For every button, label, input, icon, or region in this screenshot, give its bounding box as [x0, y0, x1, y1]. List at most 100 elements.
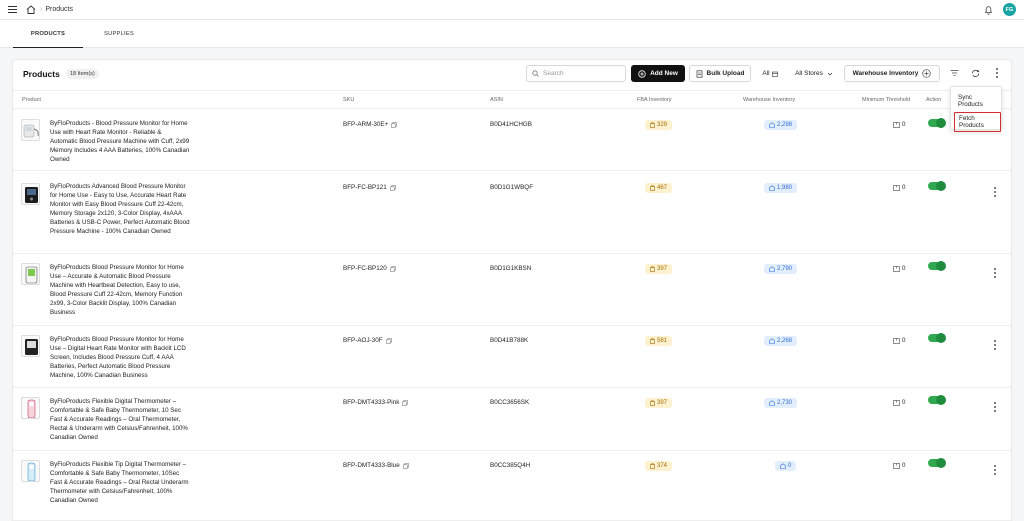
all-stores-select[interactable]: All Stores — [790, 65, 838, 82]
amazon-icon — [650, 122, 655, 128]
fba-value: 397 — [657, 400, 668, 406]
notification-bell-icon[interactable] — [984, 5, 993, 15]
warehouse-inventory-badge: 2,298 — [764, 120, 798, 130]
copy-icon[interactable] — [402, 462, 409, 469]
enabled-toggle[interactable] — [928, 261, 946, 271]
add-new-button[interactable]: Add New — [631, 65, 685, 82]
filter-button[interactable] — [948, 67, 960, 79]
enabled-toggle[interactable] — [928, 333, 946, 343]
breadcrumb: Products — [45, 6, 73, 13]
sync-button[interactable] — [969, 67, 981, 79]
sku-cell: BFP-DMT4333-Blue — [343, 462, 409, 469]
tab-bar: PRODUCTS SUPPLIES — [0, 20, 1024, 48]
tab-supplies[interactable]: SUPPLIES — [84, 20, 154, 48]
sync-products-item[interactable]: Sync Products — [954, 92, 1001, 110]
fba-value: 467 — [657, 185, 668, 191]
search-icon — [532, 70, 539, 77]
warehouse-value: 0 — [788, 463, 792, 469]
table-row: ByFloProducts Blood Pressure Monitor for… — [13, 254, 1011, 326]
sku-cell: BFP-FC-BP121 — [343, 184, 396, 191]
fba-value: 374 — [657, 463, 668, 469]
row-more-icon[interactable] — [993, 187, 997, 197]
amazon-icon — [650, 338, 655, 344]
minimum-threshold-value: 0 — [902, 184, 906, 191]
fetch-products-item[interactable]: Fetch Products — [954, 112, 1001, 132]
copy-icon[interactable] — [390, 184, 396, 191]
enabled-toggle[interactable] — [928, 118, 946, 128]
item-count-badge: 18 Item(s) — [66, 69, 99, 79]
row-more-icon[interactable] — [993, 340, 997, 350]
product-name: ByFloProducts - Blood Pressure Monitor f… — [50, 120, 190, 163]
enabled-toggle[interactable] — [928, 458, 946, 468]
all-filter-button[interactable]: All — [758, 65, 782, 82]
enabled-toggle[interactable] — [928, 181, 946, 191]
product-name: ByFloProducts Flexible Digital Thermomet… — [50, 398, 188, 441]
fba-inventory-badge: 329 — [645, 120, 673, 130]
box-icon — [893, 121, 900, 128]
warehouse-value: 2,298 — [777, 122, 793, 128]
minimum-threshold-cell: 0 — [893, 265, 905, 272]
column-warehouse-inventory: Warehouse Inventory — [743, 97, 796, 103]
copy-icon[interactable] — [385, 337, 392, 344]
warehouse-inventory-button[interactable]: Warehouse Inventory — [844, 65, 940, 82]
top-bar: › Products FG — [0, 0, 1024, 20]
warehouse-value: 1,980 — [777, 185, 793, 191]
product-name: ByFloProducts Blood Pressure Monitor for… — [50, 336, 186, 379]
product-thumbnail — [21, 183, 40, 205]
warehouse-icon — [769, 338, 775, 344]
plus-circle-icon — [638, 69, 646, 78]
warehouse-inventory-badge: 2,790 — [764, 264, 798, 274]
copy-icon[interactable] — [390, 265, 396, 272]
enabled-toggle[interactable] — [928, 395, 946, 405]
table-header: Product SKU ASIN FBA Inventory Warehouse… — [13, 90, 1011, 109]
bulk-upload-button[interactable]: Bulk Upload — [689, 65, 751, 82]
asin-value: B0D1G1WBQF — [490, 184, 534, 191]
row-more-icon[interactable] — [993, 268, 997, 278]
sku-value: BFP-FC-BP120 — [343, 265, 387, 272]
minimum-threshold-cell: 0 — [893, 462, 905, 469]
copy-icon[interactable] — [391, 121, 398, 128]
box-icon — [893, 399, 900, 406]
minimum-threshold-value: 0 — [902, 399, 906, 406]
copy-icon[interactable] — [402, 399, 409, 406]
card-header: Products 18 Item(s) Add New Bulk Upload … — [13, 60, 1011, 90]
sku-cell: BFP-AOJ-30F — [343, 337, 392, 344]
minimum-threshold-cell: 0 — [893, 337, 905, 344]
warehouse-inventory-badge: 0 — [775, 461, 797, 471]
fba-inventory-badge: 467 — [645, 183, 673, 193]
filter-icon — [950, 70, 958, 76]
amazon-icon — [650, 400, 655, 406]
minimum-threshold-value: 0 — [902, 121, 906, 128]
warehouse-icon — [769, 400, 775, 406]
product-thumbnail — [21, 397, 40, 419]
minimum-threshold-value: 0 — [902, 462, 906, 469]
add-new-label: Add New — [650, 70, 678, 77]
box-icon — [893, 265, 900, 272]
home-icon[interactable] — [26, 5, 36, 14]
document-icon — [696, 69, 702, 78]
more-options-button[interactable] — [991, 67, 1003, 79]
table-row: ByFloProducts Flexible Tip Digital Therm… — [13, 451, 1011, 521]
search-input[interactable] — [543, 70, 623, 77]
column-fba-inventory: FBA Inventory — [637, 97, 672, 103]
table-row: ByFloProducts - Blood Pressure Monitor f… — [13, 109, 1011, 171]
product-thumbnail — [21, 263, 40, 285]
column-minimum-threshold: Minimum Threshold — [862, 97, 911, 103]
asin-value: B0CC385Q4H — [490, 462, 531, 469]
tab-products[interactable]: PRODUCTS — [13, 20, 83, 48]
warehouse-icon — [769, 185, 775, 191]
minimum-threshold-cell: 0 — [893, 121, 905, 128]
row-more-icon[interactable] — [993, 465, 997, 475]
avatar[interactable]: FG — [1003, 3, 1016, 16]
row-more-icon[interactable] — [993, 402, 997, 412]
hamburger-menu-icon[interactable] — [8, 6, 17, 13]
warehouse-inventory-badge: 1,980 — [764, 183, 798, 193]
minimum-threshold-value: 0 — [902, 265, 906, 272]
column-product: Product — [22, 97, 41, 103]
breadcrumb-separator: › — [40, 6, 43, 13]
search-box[interactable] — [526, 65, 626, 82]
product-thumbnail — [21, 119, 40, 141]
chevron-down-icon — [827, 72, 833, 75]
product-thumbnail — [21, 335, 40, 357]
fba-value: 581 — [657, 338, 668, 344]
